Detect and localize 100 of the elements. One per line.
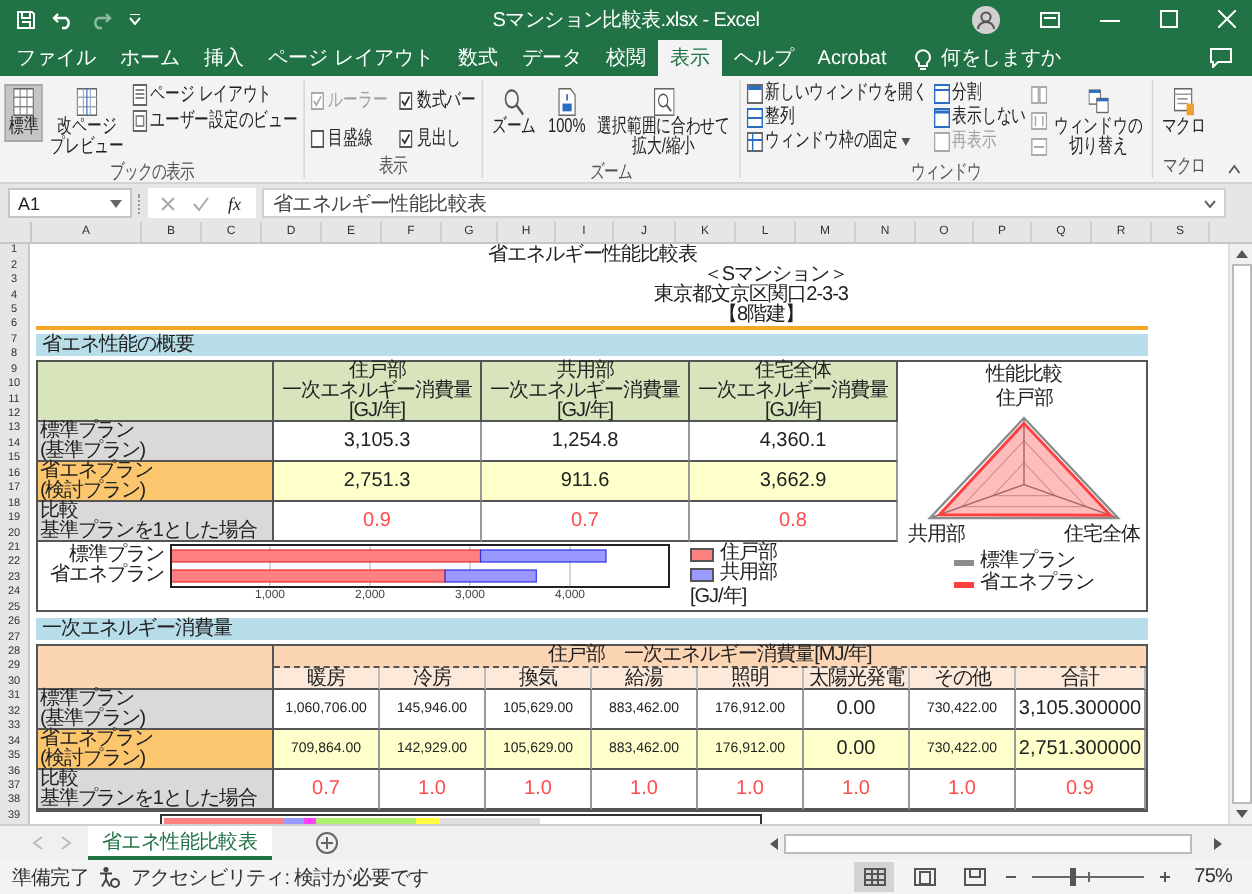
row-label: 比較 (40, 501, 78, 522)
table-cell: 1.0 (592, 770, 698, 811)
section-header: 一次エネルギー消費量 (36, 618, 1148, 641)
collapse-ribbon-icon[interactable] (1228, 164, 1241, 175)
scroll-thumb[interactable] (784, 833, 1192, 854)
column-heading: 給湯 (592, 668, 698, 691)
row-label: 標準プラン (40, 689, 135, 710)
show-option-checkbox[interactable]: 目盛線 (309, 126, 389, 153)
zoom-100-button[interactable]: 100% (543, 84, 591, 143)
page-break-preview-button[interactable]: 改ページ プレビュー (45, 84, 129, 163)
hide-button[interactable]: 表示しない (931, 108, 1028, 129)
ribbon-tab[interactable]: 挿入 (192, 39, 256, 77)
split-button[interactable]: 分割 (931, 84, 1028, 105)
new-window-button[interactable]: 新しいウィンドウを開く (744, 84, 929, 105)
freeze-panes-button[interactable]: ウィンドウ枠の固定 (744, 132, 929, 153)
show-option-checkbox[interactable]: 見出し (397, 126, 478, 153)
ribbon-display-icon[interactable] (1040, 11, 1060, 28)
ribbon-tab[interactable]: 数式 (445, 39, 510, 77)
maximize-icon[interactable] (1160, 10, 1178, 29)
accessibility-icon[interactable] (98, 866, 121, 889)
account-icon[interactable] (972, 5, 1000, 34)
scroll-left-icon[interactable] (768, 835, 780, 852)
close-icon[interactable] (1218, 10, 1236, 29)
window-icon (933, 108, 950, 129)
ribbon-tab[interactable]: ファイル (4, 39, 108, 77)
table-cell: 0.8 (690, 502, 898, 543)
table-cell: 3,662.9 (690, 462, 898, 503)
magnifier-icon (503, 88, 525, 117)
column-heading: その他 (910, 668, 1016, 691)
save-icon[interactable] (16, 9, 36, 30)
chart-title: 性能比較 (986, 366, 1062, 387)
horizontal-scrollbar[interactable] (768, 832, 1224, 855)
zoom-in-icon[interactable] (1158, 870, 1173, 885)
scroll-thumb[interactable] (1231, 264, 1251, 805)
accessibility-status[interactable]: アクセシビリティ: 検討が必要です (130, 863, 429, 892)
lightbulb-icon (914, 47, 933, 70)
add-sheet-icon[interactable] (315, 832, 338, 855)
ribbon-tab[interactable]: データ (509, 39, 594, 77)
row-note: 基準プランを1とした場合 (40, 789, 259, 810)
window-icon (933, 132, 950, 153)
section-header: 省エネ性能の概要 (36, 334, 1148, 357)
redo-icon[interactable] (90, 9, 112, 30)
expand-caret-icon[interactable] (1204, 199, 1216, 208)
window-stack-icon (746, 108, 763, 129)
vertical-scrollbar[interactable] (1228, 244, 1252, 825)
window-title: Sマンション比較表.xlsx - Excel (492, 7, 760, 34)
zoom-level[interactable]: 75% (1194, 866, 1232, 889)
column-heading: 太陽光発電 (804, 668, 910, 691)
axis-label: 共用部 (908, 526, 965, 547)
view-button[interactable] (854, 862, 895, 893)
tell-me-field[interactable]: 何をしますか (932, 39, 1073, 77)
ribbon-tab[interactable]: 表示 (657, 39, 722, 77)
group-label: ズーム (587, 162, 634, 185)
ribbon-tab[interactable]: 校閲 (593, 39, 658, 77)
split-window-icon (933, 84, 950, 105)
zoom-slider-thumb[interactable] (1069, 868, 1076, 887)
table-cell: 911.6 (482, 462, 690, 503)
customize-caret-icon[interactable] (128, 13, 142, 26)
arrange-all-button[interactable]: 整列 (744, 108, 929, 129)
table-cell: 1.0 (698, 770, 804, 811)
row-label: 標準プラン (40, 421, 135, 442)
column-heading: 照明 (698, 668, 804, 691)
name-box[interactable]: A1 (8, 188, 132, 219)
comment-icon[interactable] (1210, 48, 1232, 69)
legend-label: 共用部 (720, 564, 777, 585)
ribbon-tab[interactable]: ホーム (108, 39, 192, 77)
table-cell: 1.0 (804, 770, 910, 811)
normal-view-button[interactable]: 標準 (4, 84, 43, 143)
checkbox-icon (399, 92, 413, 111)
sheet-tab[interactable]: 省エネ性能比較表 (88, 826, 272, 861)
custom-views-button[interactable]: ユーザー設定のビュー (131, 110, 299, 133)
checkmark-icon[interactable] (192, 195, 210, 212)
group-label: ウィンドウ (908, 162, 983, 185)
row-note: (検討プラン) (40, 481, 147, 502)
row-note: 基準プランを1とした場合 (40, 521, 259, 542)
table-cell: 0.9 (1016, 770, 1146, 811)
switch-windows-button[interactable]: ウィンドウの 切り替え (1049, 84, 1147, 163)
legend-label: 省エネプラン (980, 574, 1094, 595)
formula-field[interactable]: 省エネルギー性能比較表 (261, 188, 1226, 219)
show-option-checkbox[interactable]: 数式バー (397, 88, 478, 115)
zoom-to-selection-button[interactable]: 選択範囲に合わせて 拡大/縮小 (592, 84, 735, 163)
table-cell: 0.9 (274, 502, 482, 543)
checkbox-icon (310, 130, 325, 149)
caret-icon (900, 138, 910, 147)
page-layout-button[interactable]: ページ レイアウト (131, 84, 299, 107)
ribbon-tab[interactable]: ページ レイアウト (256, 39, 446, 77)
scroll-right-icon[interactable] (1212, 835, 1224, 852)
axis-title: [GJ/年] (688, 588, 749, 609)
insert-function-button[interactable]: fx (226, 191, 243, 216)
ribbon-tab[interactable]: ヘルプ (721, 39, 806, 77)
row-note: (基準プラン) (40, 709, 147, 730)
column-heading: 住宅全体 一次エネルギー消費量 [GJ/年] (690, 362, 898, 423)
document-icon (556, 88, 578, 117)
ribbon-tab[interactable]: Acrobat (805, 39, 899, 77)
status-text: 準備完了 (12, 865, 89, 892)
row-note: (検討プラン) (40, 749, 147, 770)
table-cell: 0.7 (274, 770, 380, 811)
zoom-button[interactable]: ズーム (487, 84, 541, 143)
macros-button[interactable]: マクロ (1157, 84, 1211, 143)
undo-icon[interactable] (52, 9, 74, 30)
